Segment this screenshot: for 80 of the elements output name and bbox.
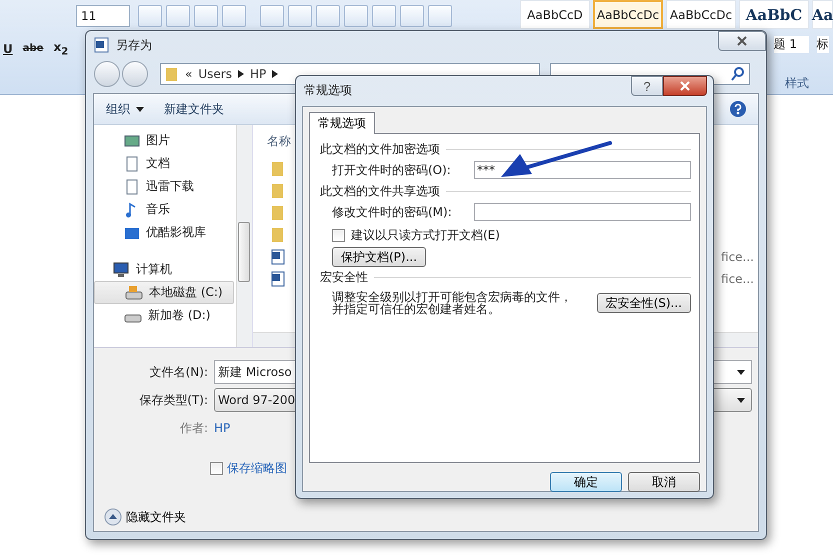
password-field[interactable] [474,203,691,221]
format-toggle[interactable]: abe [20,40,46,58]
checkbox-label: 建议以只读方式打开文档(E) [351,226,500,244]
style-swatch[interactable]: AaBbCcDc [593,0,663,29]
document-icon [124,178,140,194]
new-folder-button[interactable]: 新建文件夹 [164,100,224,118]
close-icon [679,81,691,91]
sidebar-item[interactable]: 优酷影视库 [94,221,234,244]
help-icon[interactable] [730,101,746,117]
section-heading: 此文档的文件加密选项 [320,140,440,158]
style-name: 题 1 [774,36,809,53]
word-document-icon [271,249,285,265]
style-swatch[interactable]: Aa [812,0,833,29]
tab[interactable]: 常规选项 [309,112,375,134]
scrollbar[interactable] [236,125,252,347]
checkbox[interactable] [210,462,223,475]
style-swatch[interactable]: AaBbCcDc [666,0,736,29]
search-icon [731,67,745,81]
folder-icon [271,205,285,221]
dropdown-icon [737,398,745,402]
field-label: 保存类型(T): [138,392,209,408]
help-button[interactable]: ? [631,76,663,96]
folder-icon [165,66,179,82]
document-icon [124,156,140,172]
macro-description: 调整安全级别以打开可能包含宏病毒的文件，并指定可信任的宏创建者姓名。 [332,291,573,315]
dialog-button[interactable]: 取消 [628,472,700,492]
breadcrumb-item[interactable]: Users [198,67,232,81]
hide-folders-button[interactable]: 隐藏文件夹 [104,508,186,526]
file-type-text: fice... [721,250,754,264]
word-app-icon [94,37,110,53]
style-swatch[interactable]: AaBbC [739,0,809,29]
checkbox-label: 保存缩略图 [227,460,287,477]
back-button[interactable] [94,61,120,87]
format-toggle[interactable]: x$_{2}$ [50,40,72,58]
sidebar-item[interactable]: 本地磁盘 (C:) [94,281,234,304]
sidebar-item[interactable]: 文档 [94,152,234,175]
sidebar-item[interactable]: 新加卷 (D:) [94,304,234,327]
file-type-text: fice... [721,272,754,286]
chevron-icon [238,70,244,78]
column-header[interactable]: 名称 [267,133,291,150]
chevron-up-icon [104,508,122,526]
sidebar-item[interactable]: 迅雷下载 [94,175,234,198]
protect-document-button[interactable]: 保护文档(P)... [332,247,426,267]
folder-icon [271,227,285,243]
folder-icon [271,161,285,177]
close-button[interactable] [718,31,766,51]
windows-drive-icon [125,286,143,300]
organize-menu[interactable]: 组织 [106,100,144,118]
section-heading: 此文档的文件共享选项 [320,182,440,200]
computer-icon [112,262,130,278]
password-field[interactable]: *** [474,161,691,179]
chevron-icon [272,70,278,78]
breadcrumb-item[interactable]: HP [250,67,266,81]
macro-security-button[interactable]: 宏安全性(S)... [596,293,691,313]
field-label: 打开文件时的密码(O): [332,162,452,178]
sidebar-item[interactable]: 图片 [94,129,234,152]
caret-icon [136,106,144,112]
dropdown-icon [737,370,745,374]
checkbox[interactable] [332,228,345,242]
picture-icon [124,132,140,148]
field-label: 文件名(N): [148,364,209,380]
font-size-field[interactable]: 11 [76,5,130,27]
close-button[interactable] [663,76,707,96]
folder-icon [271,183,285,199]
forward-button[interactable] [122,61,148,87]
field-label: 作者: [178,420,209,436]
section-heading: 宏安全性 [320,268,368,286]
style-name: 标 [816,36,828,53]
dialog-button[interactable]: 确定 [550,472,622,492]
author-link[interactable]: HP [214,421,230,435]
group-label: 样式 [785,75,809,92]
breadcrumb-item[interactable]: « [185,67,192,81]
sidebar-item[interactable]: 计算机 [94,258,234,281]
style-swatch[interactable]: AaBbCcD [520,0,590,29]
sidebar-item[interactable]: 音乐 [94,198,234,221]
word-document-icon [271,271,285,287]
window-title: 另存为 [116,36,152,54]
field-label: 修改文件时的密码(M): [332,204,453,220]
format-toggle[interactable]: U [0,40,16,58]
close-icon [736,36,748,46]
